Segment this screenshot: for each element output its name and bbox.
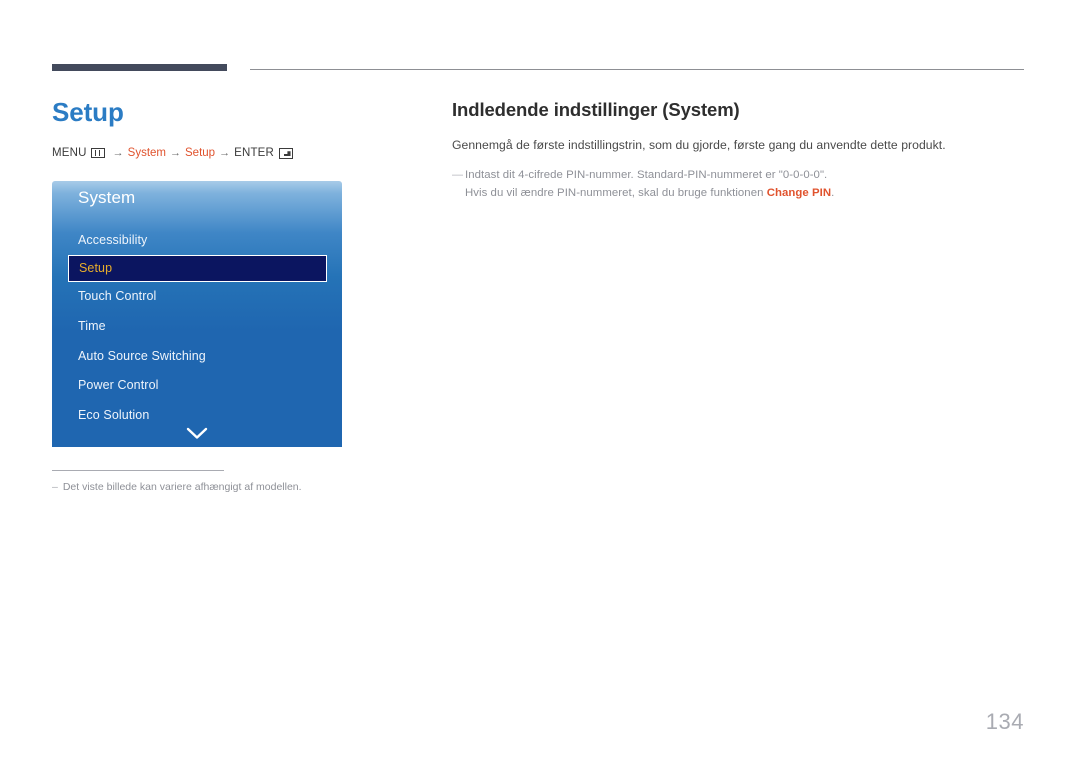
header-rule-thin <box>250 69 1024 70</box>
osd-item-power-control[interactable]: Power Control <box>52 370 342 400</box>
content-note-body: Indtast dit 4-cifrede PIN-nummer. Standa… <box>465 167 834 203</box>
osd-item-label: Setup <box>79 261 113 276</box>
footnote-rule <box>52 470 224 471</box>
content-note-line2-after: . <box>831 186 835 199</box>
osd-item-label: Power Control <box>78 378 159 393</box>
change-pin-link[interactable]: Change PIN <box>767 187 831 199</box>
osd-item-time[interactable]: Time <box>52 311 342 341</box>
osd-item-label: Auto Source Switching <box>78 348 206 363</box>
content-note-line1: Indtast dit 4-cifrede PIN-nummer. Standa… <box>465 168 828 181</box>
header-rule-thick <box>52 64 227 71</box>
breadcrumb-item-setup[interactable]: Setup <box>185 147 215 160</box>
osd-item-accessibility[interactable]: Accessibility <box>52 225 342 255</box>
breadcrumb-arrow-1: → <box>112 146 124 159</box>
osd-item-auto-source-switching[interactable]: Auto Source Switching <box>52 341 342 371</box>
osd-item-label: Touch Control <box>78 289 157 304</box>
osd-item-label: Accessibility <box>78 232 148 247</box>
osd-item-touch-control[interactable]: Touch Control <box>52 282 342 312</box>
page-number: 134 <box>985 709 1024 734</box>
breadcrumb-arrow-2: → <box>170 146 182 159</box>
content-note: ― Indtast dit 4-cifrede PIN-nummer. Stan… <box>452 167 1032 203</box>
page-title: Setup <box>52 97 124 127</box>
osd-item-label: Time <box>78 318 106 333</box>
osd-scroll-down[interactable] <box>52 424 342 442</box>
osd-item-label: Eco Solution <box>78 407 150 422</box>
footnote-text: Det viste billede kan variere afhængigt … <box>62 481 302 493</box>
section-heading: Indledende indstillinger (System) <box>452 99 740 120</box>
header-divider <box>52 64 1024 74</box>
osd-menu-panel: System Accessibility Setup Touch Control… <box>52 181 342 447</box>
osd-panel-title: System <box>78 188 136 207</box>
enter-key-icon <box>279 147 294 159</box>
content-note-line2-before: Hvis du vil ændre PIN-nummeret, skal du … <box>465 186 767 199</box>
breadcrumb-menu-label: MENU <box>52 146 87 159</box>
footnote-line: – Det viste billede kan variere afhængig… <box>52 480 352 495</box>
breadcrumb-item-system[interactable]: System <box>128 147 166 160</box>
osd-item-setup[interactable]: Setup <box>68 254 327 282</box>
footnote-dash: – <box>52 481 58 493</box>
breadcrumb-enter-label: ENTER <box>234 146 275 159</box>
left-column: Setup MENU → System → Setup → ENTER <box>52 96 432 159</box>
breadcrumb: MENU → System → Setup → ENTER <box>52 146 432 160</box>
breadcrumb-arrow-3: → <box>219 146 231 159</box>
remote-menu-icon <box>90 148 105 159</box>
osd-menu-list: Accessibility Setup Touch Control Time A… <box>52 225 342 430</box>
left-footnote: – Det viste billede kan variere afhængig… <box>52 470 352 495</box>
content-column: Indledende indstillinger (System) Gennem… <box>452 98 1032 202</box>
chevron-down-icon <box>186 427 208 439</box>
content-note-dash: ― <box>452 168 463 181</box>
section-lead-paragraph: Gennemgå de første indstillingstrin, som… <box>452 138 946 153</box>
